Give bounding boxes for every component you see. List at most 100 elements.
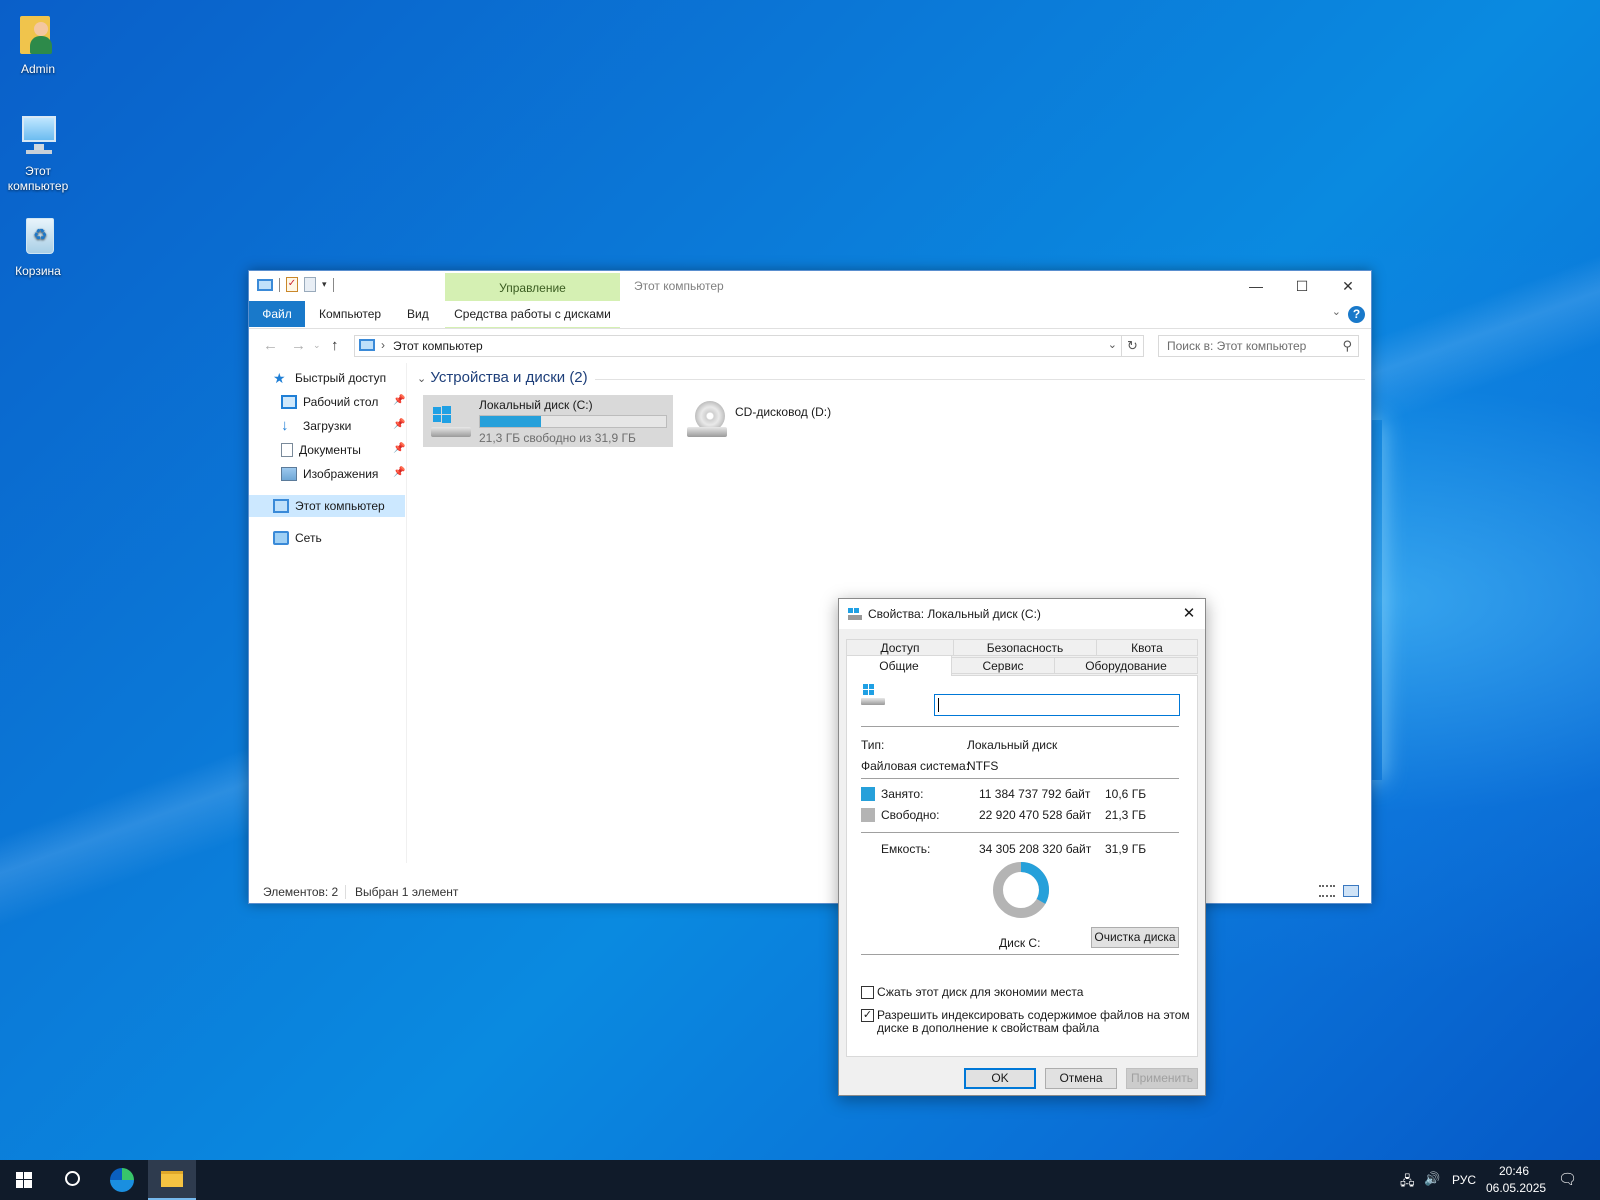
qat-dropdown-icon[interactable]: ▾: [322, 279, 327, 290]
tab-tools[interactable]: Сервис: [951, 657, 1055, 674]
computer-icon: [273, 498, 289, 513]
search-input[interactable]: Поиск в: Этот компьютер ⚲: [1158, 335, 1359, 357]
notifications-icon[interactable]: 🗨: [1558, 1170, 1577, 1188]
clock-date[interactable]: 06.05.2025: [1486, 1181, 1546, 1195]
back-arrow-icon[interactable]: ←: [263, 337, 278, 354]
pin-icon[interactable]: 📌: [393, 467, 405, 478]
pin-icon[interactable]: 📌: [393, 395, 405, 406]
properties-icon[interactable]: ✓: [286, 277, 298, 292]
sidebar-item-quick-access[interactable]: ★ Быстрый доступ: [273, 367, 386, 389]
language-indicator[interactable]: РУС: [1452, 1173, 1476, 1187]
group-header-label: Устройства и диски (2): [430, 369, 588, 386]
drive-name: CD-дисковод (D:): [735, 405, 832, 419]
volume-tray-icon[interactable]: 🔊: [1424, 1171, 1440, 1187]
used-gb: 10,6 ГБ: [1105, 787, 1147, 801]
apply-button[interactable]: Применить: [1126, 1068, 1198, 1089]
index-checkbox[interactable]: ✓: [861, 1009, 874, 1022]
index-label-line-2: диске в дополнение к свойствам файла: [877, 1021, 1100, 1035]
windows-drive-icon: [429, 405, 473, 441]
type-label: Тип:: [861, 738, 885, 752]
sidebar-item-network[interactable]: Сеть: [273, 527, 322, 549]
compress-checkbox[interactable]: [861, 986, 874, 999]
drive-name: Локальный диск (C:): [479, 398, 593, 412]
pin-icon[interactable]: 📌: [393, 443, 405, 454]
desktop-icon-recycle-bin[interactable]: ♻ Корзина: [0, 212, 76, 279]
compress-label: Сжать этот диск для экономии места: [877, 985, 1084, 999]
up-arrow-icon[interactable]: ↑: [331, 337, 339, 354]
chevron-down-icon: ⌄: [417, 373, 427, 385]
help-icon[interactable]: ?: [1348, 306, 1365, 323]
desktop-icon-label: Admin: [20, 62, 55, 76]
maximize-button[interactable]: ☐: [1279, 271, 1325, 301]
drive-usage-bar: [479, 415, 667, 428]
free-bytes: 22 920 470 528 байт: [979, 808, 1092, 822]
tab-page-general: Тип: Локальный диск Файловая система: NT…: [846, 675, 1198, 1057]
address-dropdown-icon[interactable]: ⌄: [1108, 338, 1117, 351]
disk-cleanup-button[interactable]: Очистка диска: [1091, 927, 1179, 948]
drive-item-d[interactable]: CD-дисковод (D:): [679, 395, 929, 447]
sidebar-item-label: Сеть: [295, 531, 322, 545]
group-header[interactable]: ⌄ Устройства и диски (2): [417, 369, 588, 386]
desktop-icon-label: Корзина: [15, 264, 61, 278]
tab-general[interactable]: Общие: [846, 655, 952, 676]
details-view-icon[interactable]: [1319, 885, 1335, 897]
sidebar-item-desktop[interactable]: Рабочий стол: [281, 391, 378, 413]
sidebar-item-pictures[interactable]: Изображения: [281, 463, 378, 485]
pin-icon[interactable]: 📌: [393, 419, 405, 430]
tab-drive-tools[interactable]: Средства работы с дисками: [445, 301, 620, 327]
clock-time[interactable]: 20:46: [1499, 1164, 1529, 1178]
search-button[interactable]: [48, 1160, 96, 1200]
properties-dialog: Свойства: Локальный диск (C:) ✕ Доступ Б…: [838, 598, 1206, 1096]
free-label: Свободно:: [881, 808, 940, 822]
breadcrumb[interactable]: Этот компьютер: [393, 339, 483, 353]
free-space-swatch: [861, 808, 875, 822]
quick-access-toolbar: ✓ ▾: [257, 277, 334, 292]
ok-button[interactable]: OK: [964, 1068, 1036, 1089]
sidebar-item-this-pc[interactable]: Этот компьютер: [249, 495, 405, 517]
edge-taskbar-button[interactable]: [98, 1160, 146, 1200]
dialog-close-button[interactable]: ✕: [1173, 599, 1205, 629]
dialog-title: Свойства: Локальный диск (C:): [868, 607, 1041, 621]
breadcrumb-separator-icon: ›: [381, 338, 385, 352]
minimize-button[interactable]: —: [1233, 271, 1279, 301]
taskbar: 🖧 🔊 РУС 20:46 06.05.2025 🗨: [0, 1160, 1600, 1200]
used-bytes: 11 384 737 792 байт: [979, 787, 1091, 801]
tab-file[interactable]: Файл: [249, 301, 305, 327]
desktop-icon-this-pc[interactable]: Этот компьютер: [0, 112, 76, 194]
tiles-view-icon[interactable]: [1343, 885, 1359, 897]
desktop-icon-label: Этот компьютер: [7, 164, 69, 193]
new-folder-icon[interactable]: [304, 277, 316, 292]
ribbon-expand-icon[interactable]: ⌄: [1332, 305, 1341, 318]
cd-drive-icon: [685, 401, 729, 441]
cancel-button[interactable]: Отмена: [1045, 1068, 1117, 1089]
close-button[interactable]: ✕: [1325, 271, 1371, 301]
computer-icon: [359, 339, 375, 351]
network-tray-icon[interactable]: 🖧: [1400, 1172, 1415, 1194]
disk-usage-donut: [993, 862, 1049, 918]
tab-security[interactable]: Безопасность: [953, 639, 1097, 656]
tab-quota[interactable]: Квота: [1096, 639, 1198, 656]
refresh-icon[interactable]: ↻: [1122, 335, 1144, 357]
document-icon: [281, 442, 293, 457]
explorer-taskbar-button[interactable]: [148, 1160, 196, 1200]
recent-dropdown-icon[interactable]: ⌄: [313, 340, 321, 351]
desktop-icon-admin[interactable]: Admin: [0, 10, 76, 77]
address-bar[interactable]: › Этот компьютер ⌄: [354, 335, 1122, 357]
tab-view[interactable]: Вид: [393, 301, 443, 327]
used-label: Занято:: [881, 787, 924, 801]
forward-arrow-icon[interactable]: →: [291, 337, 306, 354]
edge-icon: [110, 1168, 134, 1192]
tab-hardware[interactable]: Оборудование: [1054, 657, 1198, 674]
drive-item-c[interactable]: Локальный диск (C:) 21,3 ГБ свободно из …: [423, 395, 673, 447]
drive-label-input[interactable]: [934, 694, 1180, 716]
start-button[interactable]: [0, 1160, 48, 1200]
drive-usage-fill: [480, 416, 542, 427]
sidebar-item-documents[interactable]: Документы: [281, 439, 361, 461]
sidebar-item-downloads[interactable]: ↓ Загрузки: [281, 415, 351, 437]
tab-sharing[interactable]: Доступ: [846, 639, 954, 656]
index-label-line-1: Разрешить индексировать содержимое файло…: [877, 1008, 1190, 1022]
desktop-icon: [281, 394, 297, 409]
filesystem-label: Файловая система:: [861, 759, 970, 773]
star-icon: ★: [273, 369, 286, 386]
tab-computer[interactable]: Компьютер: [305, 301, 395, 327]
